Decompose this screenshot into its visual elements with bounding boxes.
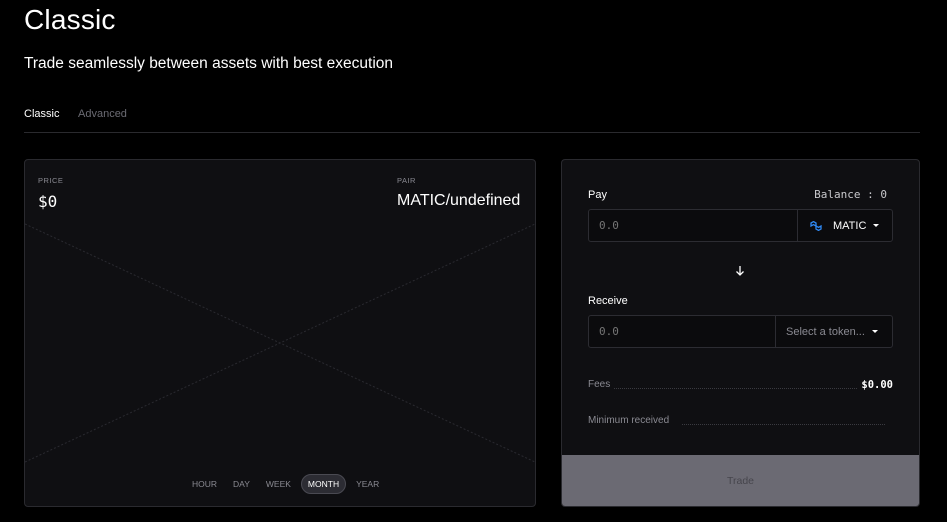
- tab-classic[interactable]: Classic: [24, 108, 59, 120]
- receive-token-placeholder: Select a token...: [786, 325, 865, 338]
- range-week-button[interactable]: WEEK: [260, 475, 297, 493]
- trade-panel: Pay Balance : 0 MATIC Receive Select a t…: [561, 159, 920, 507]
- range-day-button[interactable]: DAY: [227, 475, 256, 493]
- pay-token-name: MATIC: [833, 219, 867, 232]
- chevron-down-icon: [871, 330, 878, 333]
- receive-amount-input[interactable]: [589, 316, 777, 347]
- fees-dotted-leader: [612, 388, 859, 389]
- receive-input-group: Select a token...: [588, 315, 893, 348]
- pair-value: MATIC/undefined: [397, 192, 521, 209]
- mode-tabs: Classic Advanced: [24, 108, 920, 133]
- fees-value: $0.00: [857, 379, 893, 391]
- fees-row: Fees $0.00: [588, 379, 893, 393]
- polygon-matic-icon: [810, 220, 822, 231]
- pair-label: PAIR: [397, 176, 416, 185]
- range-hour-button[interactable]: HOUR: [186, 475, 223, 493]
- balance-text: Balance : 0: [814, 188, 887, 201]
- minimum-received-label: Minimum received: [588, 415, 674, 426]
- chevron-down-icon: [873, 224, 880, 227]
- minimum-received-dotted-leader: [682, 424, 885, 425]
- pay-token-select[interactable]: MATIC: [797, 210, 892, 241]
- range-month-button[interactable]: MONTH: [300, 474, 347, 494]
- tab-advanced[interactable]: Advanced: [78, 108, 127, 120]
- price-value: $0: [38, 192, 58, 211]
- pay-label: Pay: [588, 189, 607, 201]
- trade-button[interactable]: Trade: [562, 455, 919, 506]
- receive-token-select[interactable]: Select a token...: [775, 316, 892, 347]
- arrow-down-icon[interactable]: [734, 264, 746, 278]
- page-subtitle: Trade seamlessly between assets with bes…: [24, 55, 394, 72]
- fees-label: Fees: [588, 379, 615, 390]
- time-range-selector: HOUR DAY WEEK MONTH YEAR: [186, 474, 385, 494]
- receive-label: Receive: [588, 295, 628, 307]
- range-year-button[interactable]: YEAR: [350, 475, 385, 493]
- empty-chart-placeholder: [25, 223, 535, 463]
- pay-input-group: MATIC: [588, 209, 893, 242]
- price-chart-panel: PRICE $0 PAIR MATIC/undefined HOUR DAY W…: [24, 159, 536, 507]
- price-label: PRICE: [38, 176, 64, 185]
- pay-amount-input[interactable]: [589, 210, 797, 241]
- page-title: Classic: [24, 4, 116, 35]
- minimum-received-row: Minimum received: [588, 415, 893, 429]
